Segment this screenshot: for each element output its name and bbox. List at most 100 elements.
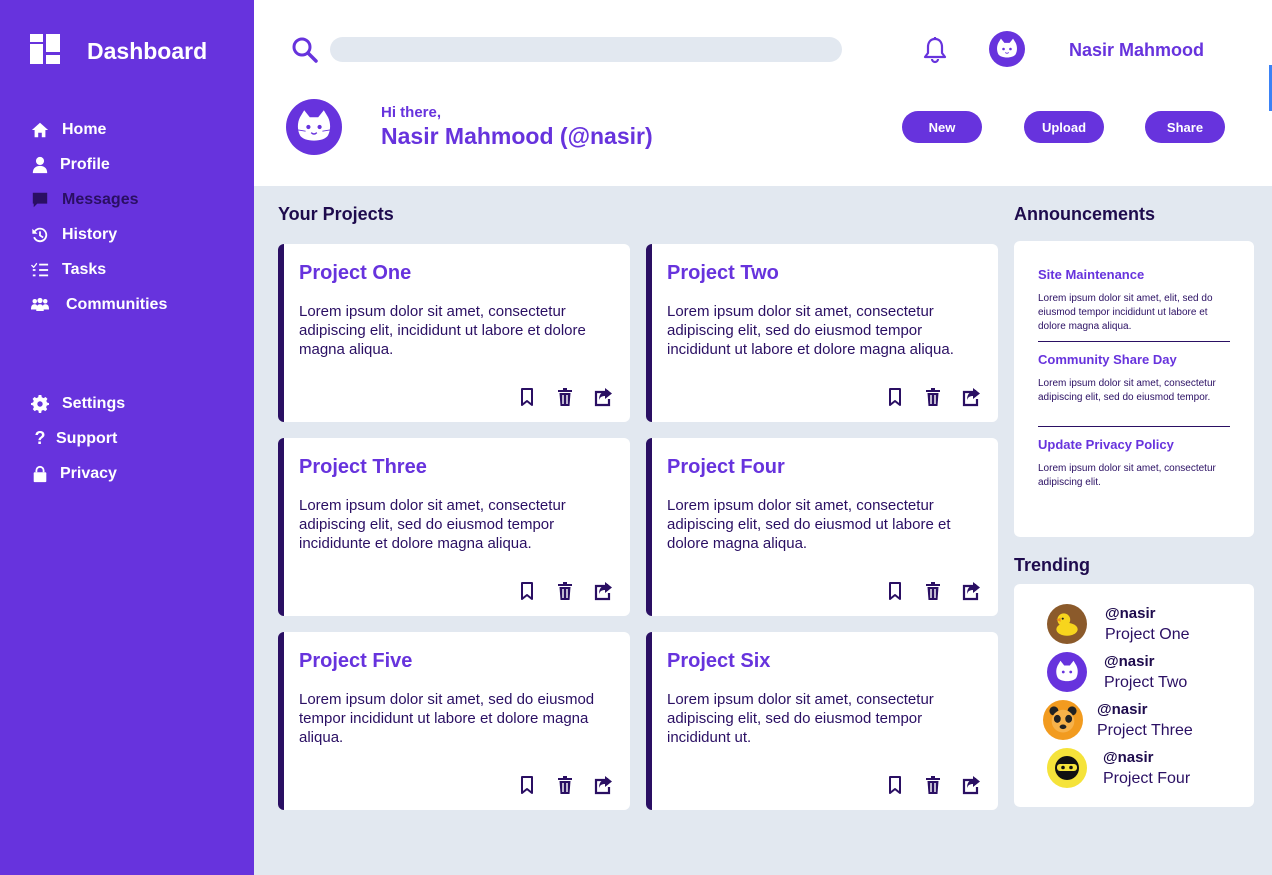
sidebar-item-label: Communities <box>66 295 168 313</box>
top-header: Nasir Mahmood Hi there, Nasir Mahmood (@… <box>254 0 1272 186</box>
card-actions <box>868 580 982 602</box>
profile-avatar <box>286 99 342 155</box>
project-card[interactable]: Project Five Lorem ipsum dolor sit amet, … <box>278 632 630 810</box>
share-icon[interactable] <box>960 386 982 408</box>
bookmark-icon[interactable] <box>884 386 906 408</box>
dashboard-grid-icon <box>30 34 60 69</box>
project-description: Lorem ipsum dolor sit amet, consectetur … <box>667 303 954 358</box>
sidebar-item-home[interactable]: Home <box>30 112 167 147</box>
sidebar-item-label: History <box>62 225 118 243</box>
announcement-item[interactable]: Update Privacy Policy Lorem ipsum dolor … <box>1038 437 1230 490</box>
sidebar-item-history[interactable]: History <box>30 217 167 252</box>
sidebar-item-privacy[interactable]: Privacy <box>30 456 125 491</box>
project-title[interactable]: Project Two <box>667 262 779 285</box>
sidebar-item-settings[interactable]: Settings <box>30 386 125 421</box>
trending-title: Trending <box>1014 555 1090 575</box>
bear-avatar <box>1043 700 1083 740</box>
sidebar-item-label: Profile <box>60 155 110 173</box>
share-icon[interactable] <box>592 774 614 796</box>
brand[interactable]: Dashboard <box>30 34 207 69</box>
trending-item[interactable]: @nasir Project Three <box>1043 700 1193 740</box>
trash-icon[interactable] <box>554 774 576 796</box>
search-input[interactable] <box>330 37 842 62</box>
tasks-icon <box>30 260 50 280</box>
project-card[interactable]: Project Two Lorem ipsum dolor sit amet, c… <box>646 244 998 422</box>
gear-icon <box>30 394 50 414</box>
project-card[interactable]: Project Three Lorem ipsum dolor sit amet,… <box>278 438 630 616</box>
history-icon <box>30 225 50 245</box>
divider <box>1038 426 1230 427</box>
sidebar-item-label: Privacy <box>60 464 117 482</box>
project-title[interactable]: Project Four <box>667 456 785 479</box>
project-title[interactable]: Project Five <box>299 650 412 673</box>
sidebar-item-tasks[interactable]: Tasks <box>30 252 167 287</box>
trending-handle: @nasir <box>1104 652 1155 670</box>
upload-button[interactable]: Upload <box>1024 111 1104 143</box>
announcement-title: Update Privacy Policy <box>1038 437 1174 452</box>
greeting-name: Nasir Mahmood (@nasir) <box>381 123 653 149</box>
bookmark-icon[interactable] <box>884 774 906 796</box>
card-actions <box>500 774 614 796</box>
trending-panel: @nasir Project One @nasir Project Two @n… <box>1014 584 1254 807</box>
project-card[interactable]: Project Six Lorem ipsum dolor sit amet, c… <box>646 632 998 810</box>
trash-icon[interactable] <box>554 580 576 602</box>
share-icon[interactable] <box>592 580 614 602</box>
sidebar-nav: Home Profile Messages History Tasks Comm… <box>30 112 167 322</box>
sidebar-item-support[interactable]: ? Support <box>30 421 125 456</box>
sidebar-item-label: Messages <box>62 190 139 208</box>
bookmark-icon[interactable] <box>516 580 538 602</box>
brand-title: Dashboard <box>87 38 208 64</box>
cat-avatar-icon <box>997 38 1017 58</box>
sidebar-secondary-nav: Settings ? Support Privacy <box>30 386 125 491</box>
new-button[interactable]: New <box>902 111 982 143</box>
announcement-item[interactable]: Site Maintenance Lorem ipsum dolor sit a… <box>1038 267 1230 334</box>
sidebar-item-communities[interactable]: Communities <box>30 287 167 322</box>
duck-avatar <box>1047 604 1087 644</box>
announcement-text: Lorem ipsum dolor sit amet, consectetur … <box>1038 463 1216 488</box>
project-title[interactable]: Project Six <box>667 650 770 673</box>
trending-item[interactable]: @nasir Project Two <box>1047 652 1187 692</box>
sidebar-item-messages[interactable]: Messages <box>30 182 167 217</box>
communities-icon <box>30 295 50 315</box>
header-user-name[interactable]: Nasir Mahmood <box>1069 40 1204 61</box>
trending-project: Project Three <box>1097 721 1193 739</box>
trending-handle: @nasir <box>1105 604 1156 622</box>
sidebar-item-profile[interactable]: Profile <box>30 147 167 182</box>
project-title[interactable]: Project One <box>299 262 411 285</box>
announcement-title: Community Share Day <box>1038 352 1177 367</box>
bookmark-icon[interactable] <box>884 580 906 602</box>
share-icon[interactable] <box>960 580 982 602</box>
ninja-avatar <box>1047 748 1087 788</box>
announcement-title: Site Maintenance <box>1038 267 1145 282</box>
bookmark-icon[interactable] <box>516 774 538 796</box>
project-card[interactable]: Project One Lorem ipsum dolor sit amet, c… <box>278 244 630 422</box>
trending-item[interactable]: @nasir Project Four <box>1047 748 1190 788</box>
bookmark-icon[interactable] <box>516 386 538 408</box>
search-icon[interactable] <box>291 36 319 64</box>
announcement-text: Lorem ipsum dolor sit amet, consectetur … <box>1038 378 1216 403</box>
announcement-item[interactable]: Community Share Day Lorem ipsum dolor si… <box>1038 352 1230 405</box>
share-icon[interactable] <box>960 774 982 796</box>
lock-icon <box>30 464 50 484</box>
project-description: Lorem ipsum dolor sit amet, consectetur … <box>667 691 934 746</box>
bell-icon[interactable] <box>922 36 948 64</box>
sidebar-item-label: Settings <box>62 394 126 412</box>
trash-icon[interactable] <box>922 386 944 408</box>
trending-project: Project One <box>1105 625 1190 643</box>
sidebar: Dashboard Home Profile Messages History … <box>0 0 254 875</box>
message-icon <box>30 190 50 210</box>
sidebar-item-label: Tasks <box>62 260 107 278</box>
trending-item[interactable]: @nasir Project One <box>1047 604 1189 644</box>
trash-icon[interactable] <box>554 386 576 408</box>
project-card[interactable]: Project Four Lorem ipsum dolor sit amet, … <box>646 438 998 616</box>
share-button[interactable]: Share <box>1145 111 1225 143</box>
project-description: Lorem ipsum dolor sit amet, consectetur … <box>299 497 566 552</box>
sidebar-item-label: Support <box>56 429 118 447</box>
card-actions <box>868 386 982 408</box>
share-icon[interactable] <box>592 386 614 408</box>
question-icon: ? <box>34 428 46 448</box>
project-title[interactable]: Project Three <box>299 456 427 479</box>
user-avatar[interactable] <box>989 31 1025 67</box>
trash-icon[interactable] <box>922 580 944 602</box>
trash-icon[interactable] <box>922 774 944 796</box>
